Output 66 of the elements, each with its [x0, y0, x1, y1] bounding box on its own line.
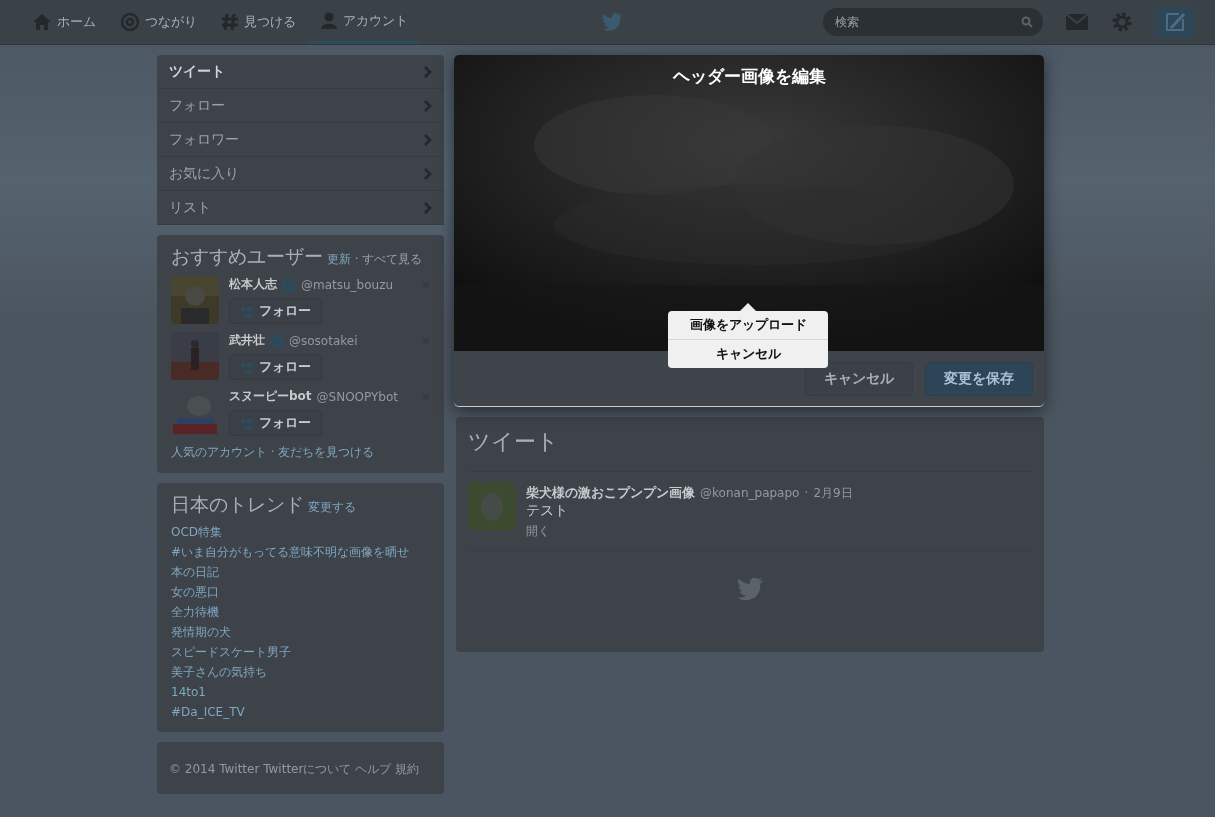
chevron-icon — [424, 167, 432, 180]
separator: · — [354, 252, 359, 266]
separator: · — [804, 486, 809, 500]
nav-tab[interactable]: 見つける — [209, 0, 308, 44]
tweet-handle: @konan_papapo — [700, 486, 800, 500]
chevron-icon — [424, 133, 432, 146]
section-title: 日本のトレンド — [171, 493, 304, 515]
trend-link[interactable]: 全力待機 — [171, 602, 430, 622]
nav-tab[interactable]: アカウント — [308, 0, 420, 44]
trend-link[interactable]: #Da_ICE_TV — [171, 702, 430, 722]
bird-icon — [736, 577, 764, 601]
change-link[interactable]: 変更する — [307, 500, 356, 514]
add-user-icon — [240, 417, 254, 429]
trend-link[interactable]: 美子さんの気持ち — [171, 662, 430, 682]
menu-item[interactable]: リスト — [157, 191, 444, 225]
cancel-button[interactable]: キャンセル — [805, 361, 913, 396]
menu-item[interactable]: フォロー — [157, 89, 444, 123]
user-handle: @matsu_bouzu — [301, 277, 394, 292]
user-name[interactable]: 武井壮 — [229, 332, 265, 349]
menu-item[interactable]: お気に入り — [157, 157, 444, 191]
section-title: ツイート — [468, 428, 560, 456]
trend-link[interactable]: OCD特集 — [171, 522, 430, 542]
tweet-time[interactable]: 2月9日 — [813, 486, 853, 500]
search-field[interactable]: 検索 — [823, 8, 1043, 36]
view-all-link[interactable]: すべて見る — [362, 252, 423, 266]
trend-link[interactable]: 女の悪口 — [171, 582, 430, 602]
refresh-link[interactable]: 更新 — [326, 252, 351, 266]
trend-link[interactable]: 14to1 — [171, 682, 430, 702]
bird-logo-icon[interactable] — [600, 13, 623, 31]
nav-tab[interactable]: ホーム — [20, 0, 108, 44]
follow-button[interactable]: フォロー — [229, 298, 322, 324]
tweet-text: テスト — [526, 502, 569, 520]
menu-item[interactable]: ツイート — [157, 55, 444, 89]
chevron-icon — [424, 99, 432, 112]
compose-button[interactable] — [1155, 6, 1195, 38]
mail-icon[interactable] — [1065, 13, 1089, 31]
user-handle: @SNOOPYbot — [316, 389, 399, 404]
person-icon — [320, 11, 338, 30]
suggestion-links[interactable]: 人気のアカウント · 友だちを見つける — [171, 444, 430, 461]
add-user-icon — [240, 361, 254, 373]
footer-links[interactable]: © 2014 Twitter Twitterについて ヘルプ 規約 — [169, 762, 420, 776]
tweet-author[interactable]: 柴犬様の激おこプンプン画像 — [526, 485, 695, 500]
user-name[interactable]: 松本人志 — [229, 276, 277, 293]
menu-item[interactable]: フォロワー — [157, 123, 444, 157]
follow-button[interactable]: フォロー — [229, 410, 322, 436]
search-icon — [1021, 16, 1033, 28]
save-button[interactable]: 変更を保存 — [925, 361, 1033, 396]
section-title: おすすめユーザー — [171, 245, 323, 267]
trend-link[interactable]: 本の日記 — [171, 562, 430, 582]
trend-link[interactable]: #いま自分がもってる意味不明な画像を晒せ — [171, 542, 430, 562]
nav-tab[interactable]: つながり — [108, 0, 209, 44]
hash-icon — [221, 13, 239, 31]
menu-item[interactable]: 画像をアップロード — [668, 311, 828, 340]
add-user-icon — [240, 305, 254, 317]
user-handle: @sosotakei — [289, 333, 358, 348]
pen-icon — [1164, 11, 1186, 33]
expand-link[interactable]: 開く — [526, 524, 550, 538]
chevron-icon — [424, 201, 432, 214]
settings-icon[interactable] — [1111, 11, 1133, 33]
follow-button[interactable]: フォロー — [229, 354, 322, 380]
chevron-icon — [424, 65, 432, 78]
trend-link[interactable]: 発情期の犬 — [171, 622, 430, 642]
home-icon — [32, 13, 52, 31]
trend-link[interactable]: スピードスケート男子 — [171, 642, 430, 662]
user-name[interactable]: スヌーピーbot — [229, 388, 312, 405]
dialog-title: ヘッダー画像を編集 — [671, 65, 827, 88]
